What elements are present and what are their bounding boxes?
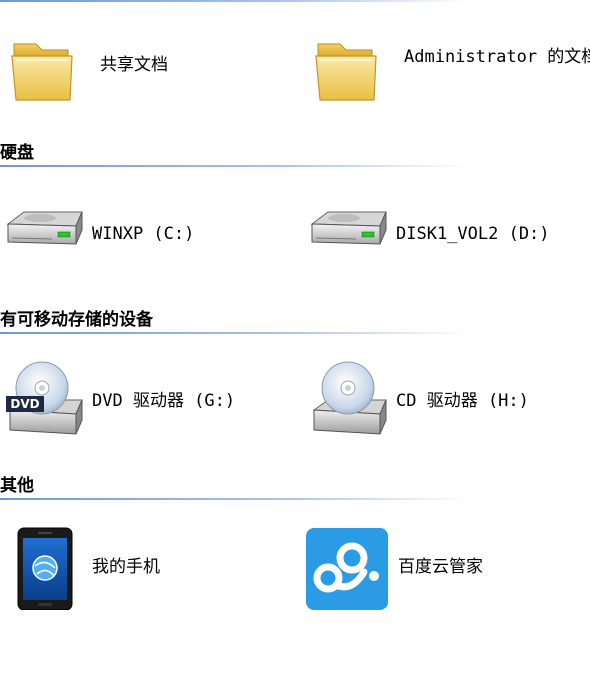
hard-drive-icon xyxy=(2,196,86,280)
baidu-cloud-manager[interactable]: 百度云管家 xyxy=(306,528,590,614)
my-phone[interactable]: 我的手机 xyxy=(10,526,300,612)
group-divider xyxy=(0,165,470,167)
drive-c[interactable]: WINXP (C:) xyxy=(2,196,292,282)
folder-icon xyxy=(312,28,396,112)
drive-c-label: WINXP (C:) xyxy=(92,224,195,244)
dvd-drive-g[interactable]: DVD DVD 驱动器 (G:) xyxy=(4,358,294,444)
group-divider xyxy=(0,332,470,334)
group-header-other: 其他 xyxy=(0,476,590,500)
group-header-hard-disks: 硬盘 xyxy=(0,143,590,167)
drive-d-label: DISK1_VOL2 (D:) xyxy=(396,224,550,244)
group-title: 其他 xyxy=(0,476,34,496)
cd-drive-h[interactable]: CD 驱动器 (H:) xyxy=(308,358,590,444)
admin-documents-folder[interactable]: Administrator 的文档 xyxy=(312,28,590,114)
dvd-drive-label: DVD 驱动器 (G:) xyxy=(92,391,236,411)
baidu-cloud-label: 百度云管家 xyxy=(398,557,483,577)
top-divider xyxy=(0,0,470,2)
mobile-phone-icon xyxy=(10,526,94,610)
cd-drive-label: CD 驱动器 (H:) xyxy=(396,391,529,411)
drive-d[interactable]: DISK1_VOL2 (D:) xyxy=(306,196,590,282)
hard-drive-icon xyxy=(306,196,390,280)
group-header-removable-storage: 有可移动存储的设备 xyxy=(0,310,590,334)
dvd-badge: DVD xyxy=(10,397,40,411)
shared-documents-folder[interactable]: 共享文档 xyxy=(8,28,298,114)
group-title: 有可移动存储的设备 xyxy=(0,310,153,330)
dvd-drive-icon: DVD xyxy=(4,358,88,442)
shared-documents-label: 共享文档 xyxy=(100,55,168,75)
my-phone-label: 我的手机 xyxy=(92,557,160,577)
admin-documents-label: Administrator 的文档 xyxy=(404,47,590,67)
group-title: 硬盘 xyxy=(0,143,34,163)
baidu-cloud-icon xyxy=(306,528,390,612)
cd-drive-icon xyxy=(308,358,392,442)
group-divider xyxy=(0,498,470,500)
folder-icon xyxy=(8,28,92,112)
